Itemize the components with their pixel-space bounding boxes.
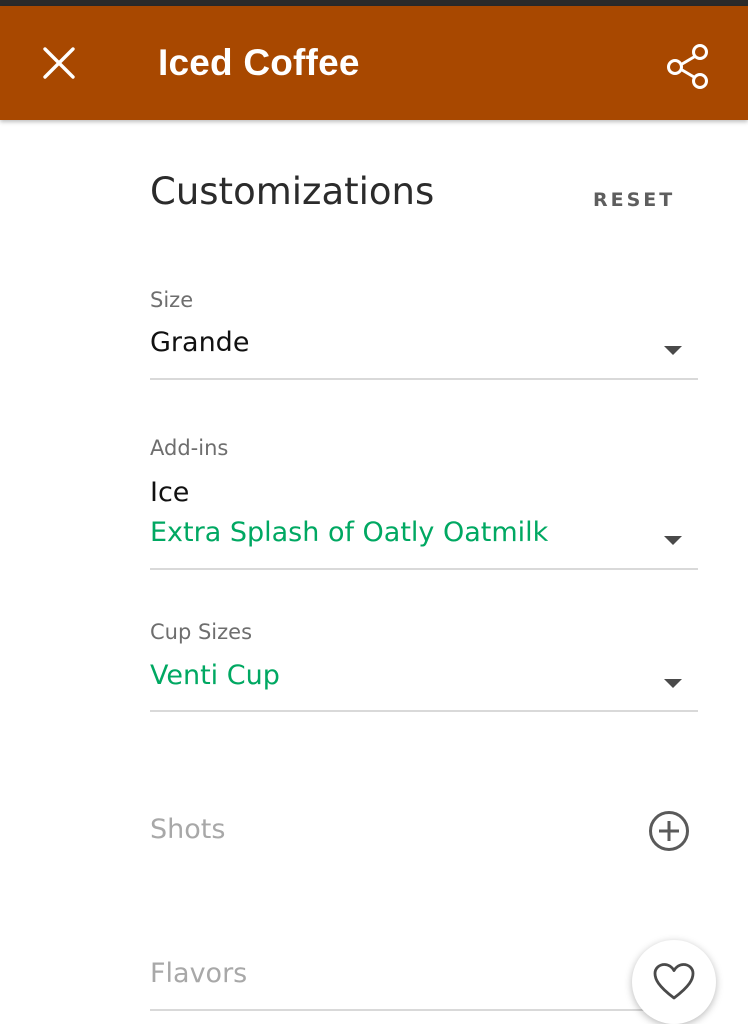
chevron-down-icon bbox=[664, 679, 682, 688]
size-underline bbox=[150, 378, 698, 380]
addins-dropdown[interactable]: Add-ins Ice Extra Splash of Oatly Oatmil… bbox=[150, 432, 698, 572]
heart-icon bbox=[653, 963, 695, 1000]
addins-underline bbox=[150, 568, 698, 570]
page-title: Iced Coffee bbox=[158, 42, 360, 83]
close-icon bbox=[43, 47, 75, 79]
close-button[interactable] bbox=[30, 34, 88, 92]
app-bar: Iced Coffee bbox=[0, 6, 748, 120]
add-shots-button[interactable] bbox=[646, 808, 692, 854]
share-icon bbox=[667, 44, 708, 89]
favorite-button[interactable] bbox=[632, 940, 716, 1024]
cup-sizes-underline bbox=[150, 710, 698, 712]
addins-value-oatmilk: Extra Splash of Oatly Oatmilk bbox=[150, 517, 549, 548]
chevron-down-icon bbox=[664, 536, 682, 545]
customizations-heading: Customizations bbox=[150, 170, 435, 213]
plus-circle-icon bbox=[649, 811, 689, 851]
cup-sizes-dropdown[interactable]: Cup Sizes Venti Cup bbox=[150, 616, 698, 714]
size-dropdown[interactable]: Size Grande bbox=[150, 284, 698, 382]
flavors-underline bbox=[150, 1009, 698, 1011]
addins-value-ice: Ice bbox=[150, 477, 190, 508]
size-label: Size bbox=[150, 288, 194, 312]
share-button[interactable] bbox=[658, 36, 718, 96]
shots-label: Shots bbox=[150, 814, 226, 845]
flavors-label: Flavors bbox=[150, 958, 248, 989]
addins-label: Add-ins bbox=[150, 436, 229, 460]
cup-sizes-value: Venti Cup bbox=[150, 660, 280, 691]
cup-sizes-label: Cup Sizes bbox=[150, 620, 253, 644]
size-value: Grande bbox=[150, 327, 250, 358]
chevron-down-icon bbox=[664, 346, 682, 355]
reset-button[interactable]: RESET bbox=[593, 187, 675, 213]
